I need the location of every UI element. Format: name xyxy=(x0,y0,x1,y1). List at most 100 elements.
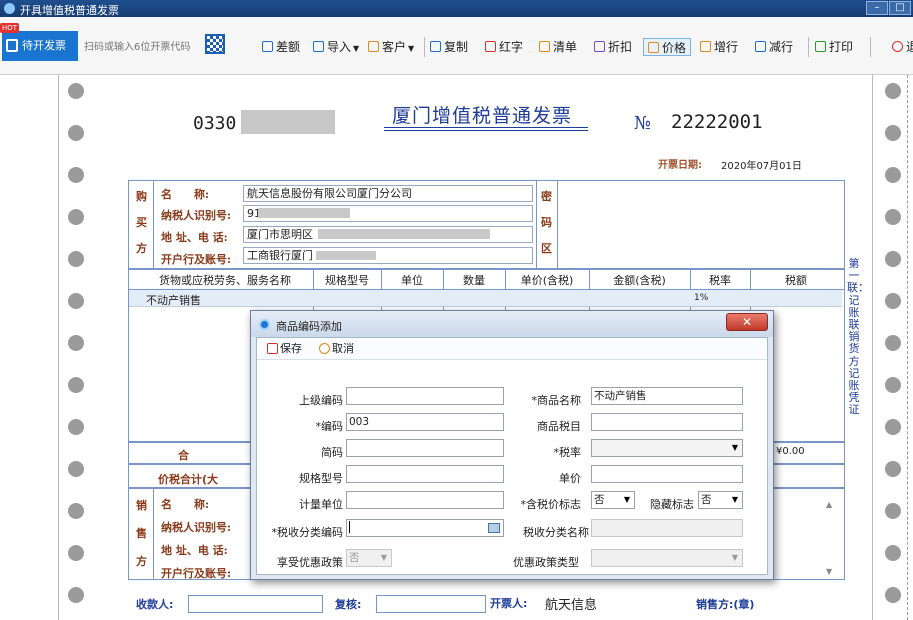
item-name-label: *商品名称 xyxy=(531,394,582,407)
punch-hole xyxy=(68,335,84,351)
seller-taxid-label: 纳税人识别号: xyxy=(161,521,232,534)
minimize-button[interactable]: – xyxy=(866,1,888,15)
chevron-down-icon: ▼ xyxy=(731,553,738,562)
code-input[interactable]: 003 xyxy=(346,413,504,431)
punch-hole xyxy=(68,209,84,225)
sum-label: 合 xyxy=(178,449,189,462)
hidden-flag-select[interactable]: 否 ▼ xyxy=(698,491,743,509)
qr-code-icon[interactable] xyxy=(205,34,225,54)
issuer-value: 航天信息 xyxy=(545,598,598,613)
diff-button[interactable]: 差额 xyxy=(262,38,300,56)
chevron-down-icon: ▼ xyxy=(731,443,738,452)
cipher-char: 区 xyxy=(541,242,552,255)
dialog-title-bar[interactable]: 商品编码添加 ✕ xyxy=(251,311,773,337)
table-row[interactable]: 不动产销售 1% xyxy=(129,290,842,307)
address-redaction xyxy=(318,229,490,239)
seller-char: 销 xyxy=(136,499,147,512)
discount-button[interactable]: 折扣 xyxy=(594,38,632,56)
pref-type-label: 优惠政策类型 xyxy=(513,556,579,569)
spec-input[interactable] xyxy=(346,465,504,483)
delete-row-label: 减行 xyxy=(769,40,794,54)
issue-date: 2020年07月01日 xyxy=(721,161,802,172)
main-toolbar: HOT 待开发票 差额 导入▼ 客户▼ 复制 红字 清单 折扣 价格 增行 减行… xyxy=(0,17,913,75)
punch-hole xyxy=(885,419,901,435)
reviewer-field[interactable] xyxy=(376,595,486,613)
buyer-name-label: 名 称: xyxy=(161,188,210,201)
column-header-spec: 规格型号 xyxy=(325,274,369,287)
payee-label: 收款人: xyxy=(136,598,174,611)
list-label: 清单 xyxy=(553,40,578,54)
save-button[interactable]: 保存 xyxy=(267,342,302,356)
print-button[interactable]: 打印 xyxy=(815,38,853,56)
red-invoice-label: 红字 xyxy=(499,40,524,54)
short-code-input[interactable] xyxy=(346,439,504,457)
punch-hole xyxy=(885,83,901,99)
buyer-vertical-label: 购 买 方 xyxy=(136,184,148,262)
close-button[interactable]: ✕ xyxy=(726,313,768,331)
item-name-input[interactable]: 不动产销售 xyxy=(591,387,743,405)
scroll-down-icon[interactable]: ▼ xyxy=(826,567,832,576)
punch-hole xyxy=(885,293,901,309)
unit-input[interactable] xyxy=(346,491,504,509)
seller-name-label: 名 称: xyxy=(161,498,210,511)
chevron-down-icon: ▼ xyxy=(731,495,738,504)
sum-tax-value: ¥0.00 xyxy=(776,446,805,457)
cancel-icon xyxy=(319,343,330,354)
invoice-icon xyxy=(6,39,18,52)
red-invoice-button[interactable]: 红字 xyxy=(485,38,523,56)
delete-row-button[interactable]: 减行 xyxy=(755,38,793,56)
price-label: 价格 xyxy=(662,41,687,55)
maximize-button[interactable]: □ xyxy=(889,1,911,15)
sheet-left-border xyxy=(58,75,59,620)
reviewer-label: 复核: xyxy=(335,598,362,611)
tax-class-code-input[interactable] xyxy=(346,519,504,537)
price-button[interactable]: 价格 xyxy=(643,38,692,56)
chevron-down-icon: ▼ xyxy=(380,553,387,562)
column-header-unit-price: 单价(含税) xyxy=(520,274,574,287)
toolbar-divider xyxy=(424,37,425,57)
buyer-char: 买 xyxy=(136,216,147,229)
buyer-bank-field[interactable]: 工商银行厦门 xyxy=(243,247,533,264)
seller-char: 售 xyxy=(136,527,147,540)
scroll-up-icon[interactable]: ▲ xyxy=(826,500,832,509)
punch-hole xyxy=(885,503,901,519)
pending-invoice-button[interactable]: HOT 待开发票 xyxy=(0,23,78,61)
list-button[interactable]: 清单 xyxy=(539,38,577,56)
tax-item-input[interactable] xyxy=(591,413,743,431)
app-icon xyxy=(259,319,270,330)
cipher-char: 密 xyxy=(541,190,552,203)
parent-code-input[interactable] xyxy=(346,387,504,405)
chevron-down-icon: ▼ xyxy=(408,44,415,53)
customer-button[interactable]: 客户 ▼ xyxy=(368,38,414,56)
add-row-button[interactable]: 增行 xyxy=(700,38,738,56)
discount-icon xyxy=(594,41,605,52)
short-code-label: 简码 xyxy=(321,446,343,459)
preferential-label: 享受优惠政策 xyxy=(277,556,343,569)
punch-hole xyxy=(885,377,901,393)
cancel-button[interactable]: 取消 xyxy=(319,342,354,356)
invoice-number: 22222001 xyxy=(671,111,763,133)
copy-button[interactable]: 复制 xyxy=(430,38,468,56)
column-header-unit: 单位 xyxy=(401,274,423,287)
punch-hole xyxy=(68,293,84,309)
unit-price-input[interactable] xyxy=(591,465,743,483)
punch-hole xyxy=(885,125,901,141)
perforation-line xyxy=(907,75,908,620)
buyer-name-field[interactable]: 航天信息股份有限公司厦门分公司 xyxy=(243,185,533,202)
exit-button[interactable]: 退 xyxy=(892,38,913,56)
preferential-select: 否 ▼ xyxy=(346,549,392,567)
lookup-icon[interactable] xyxy=(488,523,500,533)
invoice-title: 厦门增值税普通发票 xyxy=(392,105,573,127)
buyer-bank-label: 开户行及账号: xyxy=(161,253,232,266)
printer-icon xyxy=(815,41,826,52)
payee-field[interactable] xyxy=(188,595,323,613)
column-header-goods: 货物或应税劳务、服务名称 xyxy=(159,274,291,287)
customer-label: 客户 xyxy=(382,40,407,54)
scan-code-input[interactable] xyxy=(82,38,204,56)
title-underline xyxy=(384,127,588,128)
toolbar-divider xyxy=(808,37,809,57)
toolbar-divider xyxy=(870,37,871,57)
import-button[interactable]: 导入 ▼ xyxy=(313,38,359,56)
punch-hole xyxy=(68,419,84,435)
tax-rate-select[interactable]: ▼ xyxy=(591,439,743,457)
